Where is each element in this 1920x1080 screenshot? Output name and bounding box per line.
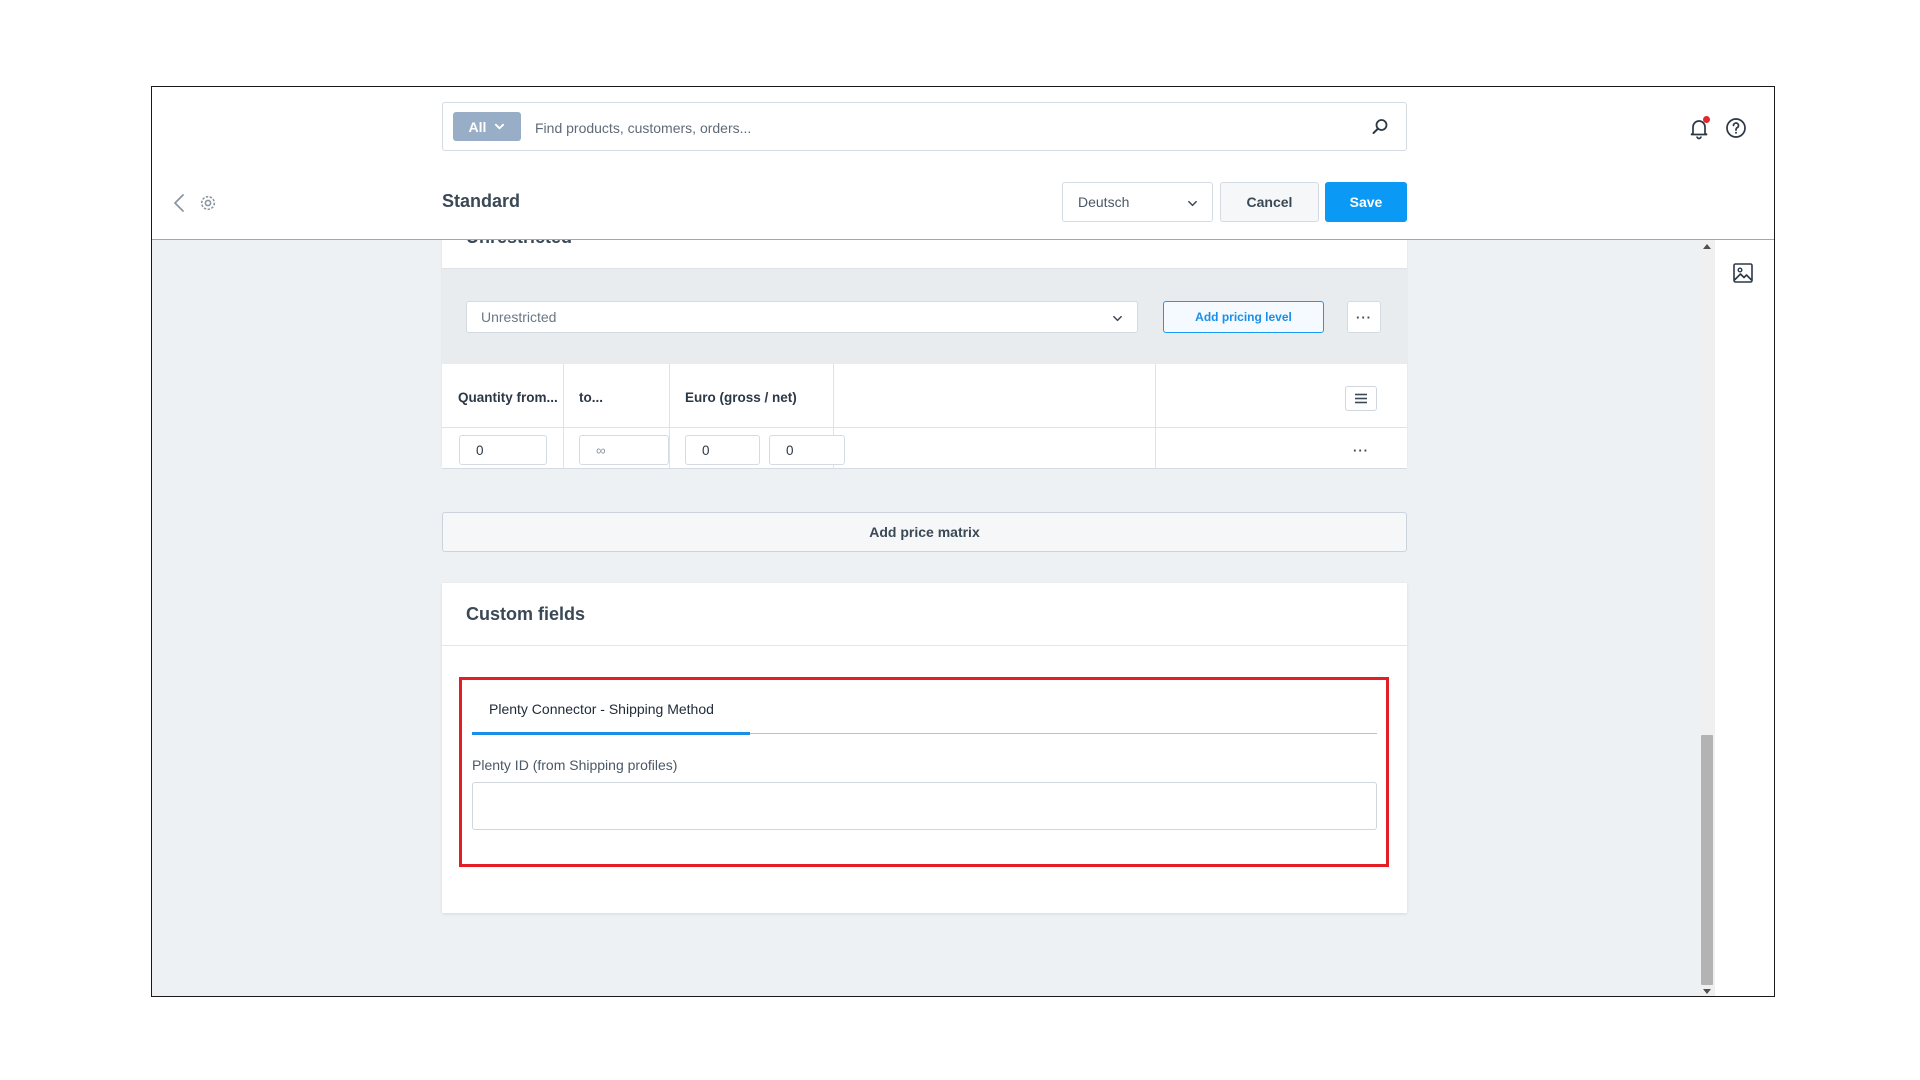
row-more-button[interactable]: ··· (1345, 440, 1377, 460)
chevron-down-icon (1188, 200, 1197, 207)
plenty-id-label: Plenty ID (from Shipping profiles) (472, 757, 678, 773)
table-menu-button[interactable] (1345, 386, 1377, 411)
pricing-card: Unrestricted Unrestricted Add pricing le… (442, 240, 1407, 469)
cancel-button[interactable]: Cancel (1220, 182, 1319, 222)
add-price-matrix-button[interactable]: Add price matrix (442, 512, 1407, 552)
more-dots-icon: ··· (1353, 442, 1369, 458)
price-table: Quantity from... to... Euro (gross / net… (442, 364, 1407, 469)
image-icon[interactable] (1732, 262, 1754, 284)
pricing-section-heading: Unrestricted (466, 240, 572, 248)
header-to: to... (579, 390, 603, 405)
main-content: Unrestricted Unrestricted Add pricing le… (152, 240, 1774, 996)
card-divider (442, 645, 1407, 646)
notification-dot (1703, 116, 1710, 123)
header-euro: Euro (gross / net) (685, 390, 797, 405)
search-icon[interactable] (1370, 117, 1390, 137)
chevron-left-icon[interactable] (170, 192, 190, 214)
chevron-down-icon (1113, 315, 1122, 322)
row-divider (442, 427, 1407, 428)
pricing-level-row: Unrestricted Add pricing level ··· (442, 268, 1407, 366)
restriction-select[interactable]: Unrestricted (466, 301, 1138, 333)
custom-fields-card: Custom fields Plenty Connector - Shippin… (442, 583, 1407, 913)
plenty-id-input[interactable] (472, 782, 1377, 830)
search-input[interactable] (533, 103, 1337, 152)
hamburger-menu-icon (1355, 393, 1367, 404)
global-search: All (442, 102, 1407, 152)
more-dots-icon: ··· (1356, 309, 1372, 325)
restriction-select-value: Unrestricted (481, 309, 557, 325)
app-window: All Standard D (151, 86, 1775, 997)
help-circle-icon[interactable] (1725, 117, 1747, 139)
tab-active-indicator (472, 732, 750, 735)
language-select[interactable]: Deutsch (1062, 182, 1213, 222)
header-quantity-from: Quantity from... (458, 390, 558, 405)
price-gross-input[interactable]: 0 (685, 435, 760, 465)
save-button[interactable]: Save (1325, 182, 1407, 222)
action-bar: Standard Deutsch Cancel Save (152, 168, 1774, 240)
scroll-down-arrow[interactable] (1703, 989, 1711, 994)
right-side-panel (1715, 240, 1774, 996)
tab-shipping-method[interactable]: Plenty Connector - Shipping Method (489, 701, 714, 717)
language-select-value: Deutsch (1078, 194, 1130, 210)
search-scope-label: All (468, 118, 487, 135)
scrollbar-thumb[interactable] (1701, 735, 1713, 985)
quantity-from-input[interactable]: 0 (459, 435, 547, 465)
page-title: Standard (442, 191, 521, 211)
add-pricing-level-button[interactable]: Add pricing level (1163, 301, 1324, 333)
column-spacer (833, 364, 1156, 468)
quantity-to-input[interactable]: ∞ (579, 435, 669, 465)
pricing-more-button[interactable]: ··· (1347, 301, 1381, 333)
price-net-input[interactable]: 0 (769, 435, 845, 465)
scroll-up-arrow[interactable] (1703, 244, 1711, 249)
search-scope-dropdown[interactable]: All (453, 112, 521, 141)
top-bar: All (152, 87, 1774, 169)
gear-icon[interactable] (198, 193, 218, 213)
chevron-down-icon (495, 123, 505, 130)
custom-fields-title: Custom fields (466, 604, 586, 624)
